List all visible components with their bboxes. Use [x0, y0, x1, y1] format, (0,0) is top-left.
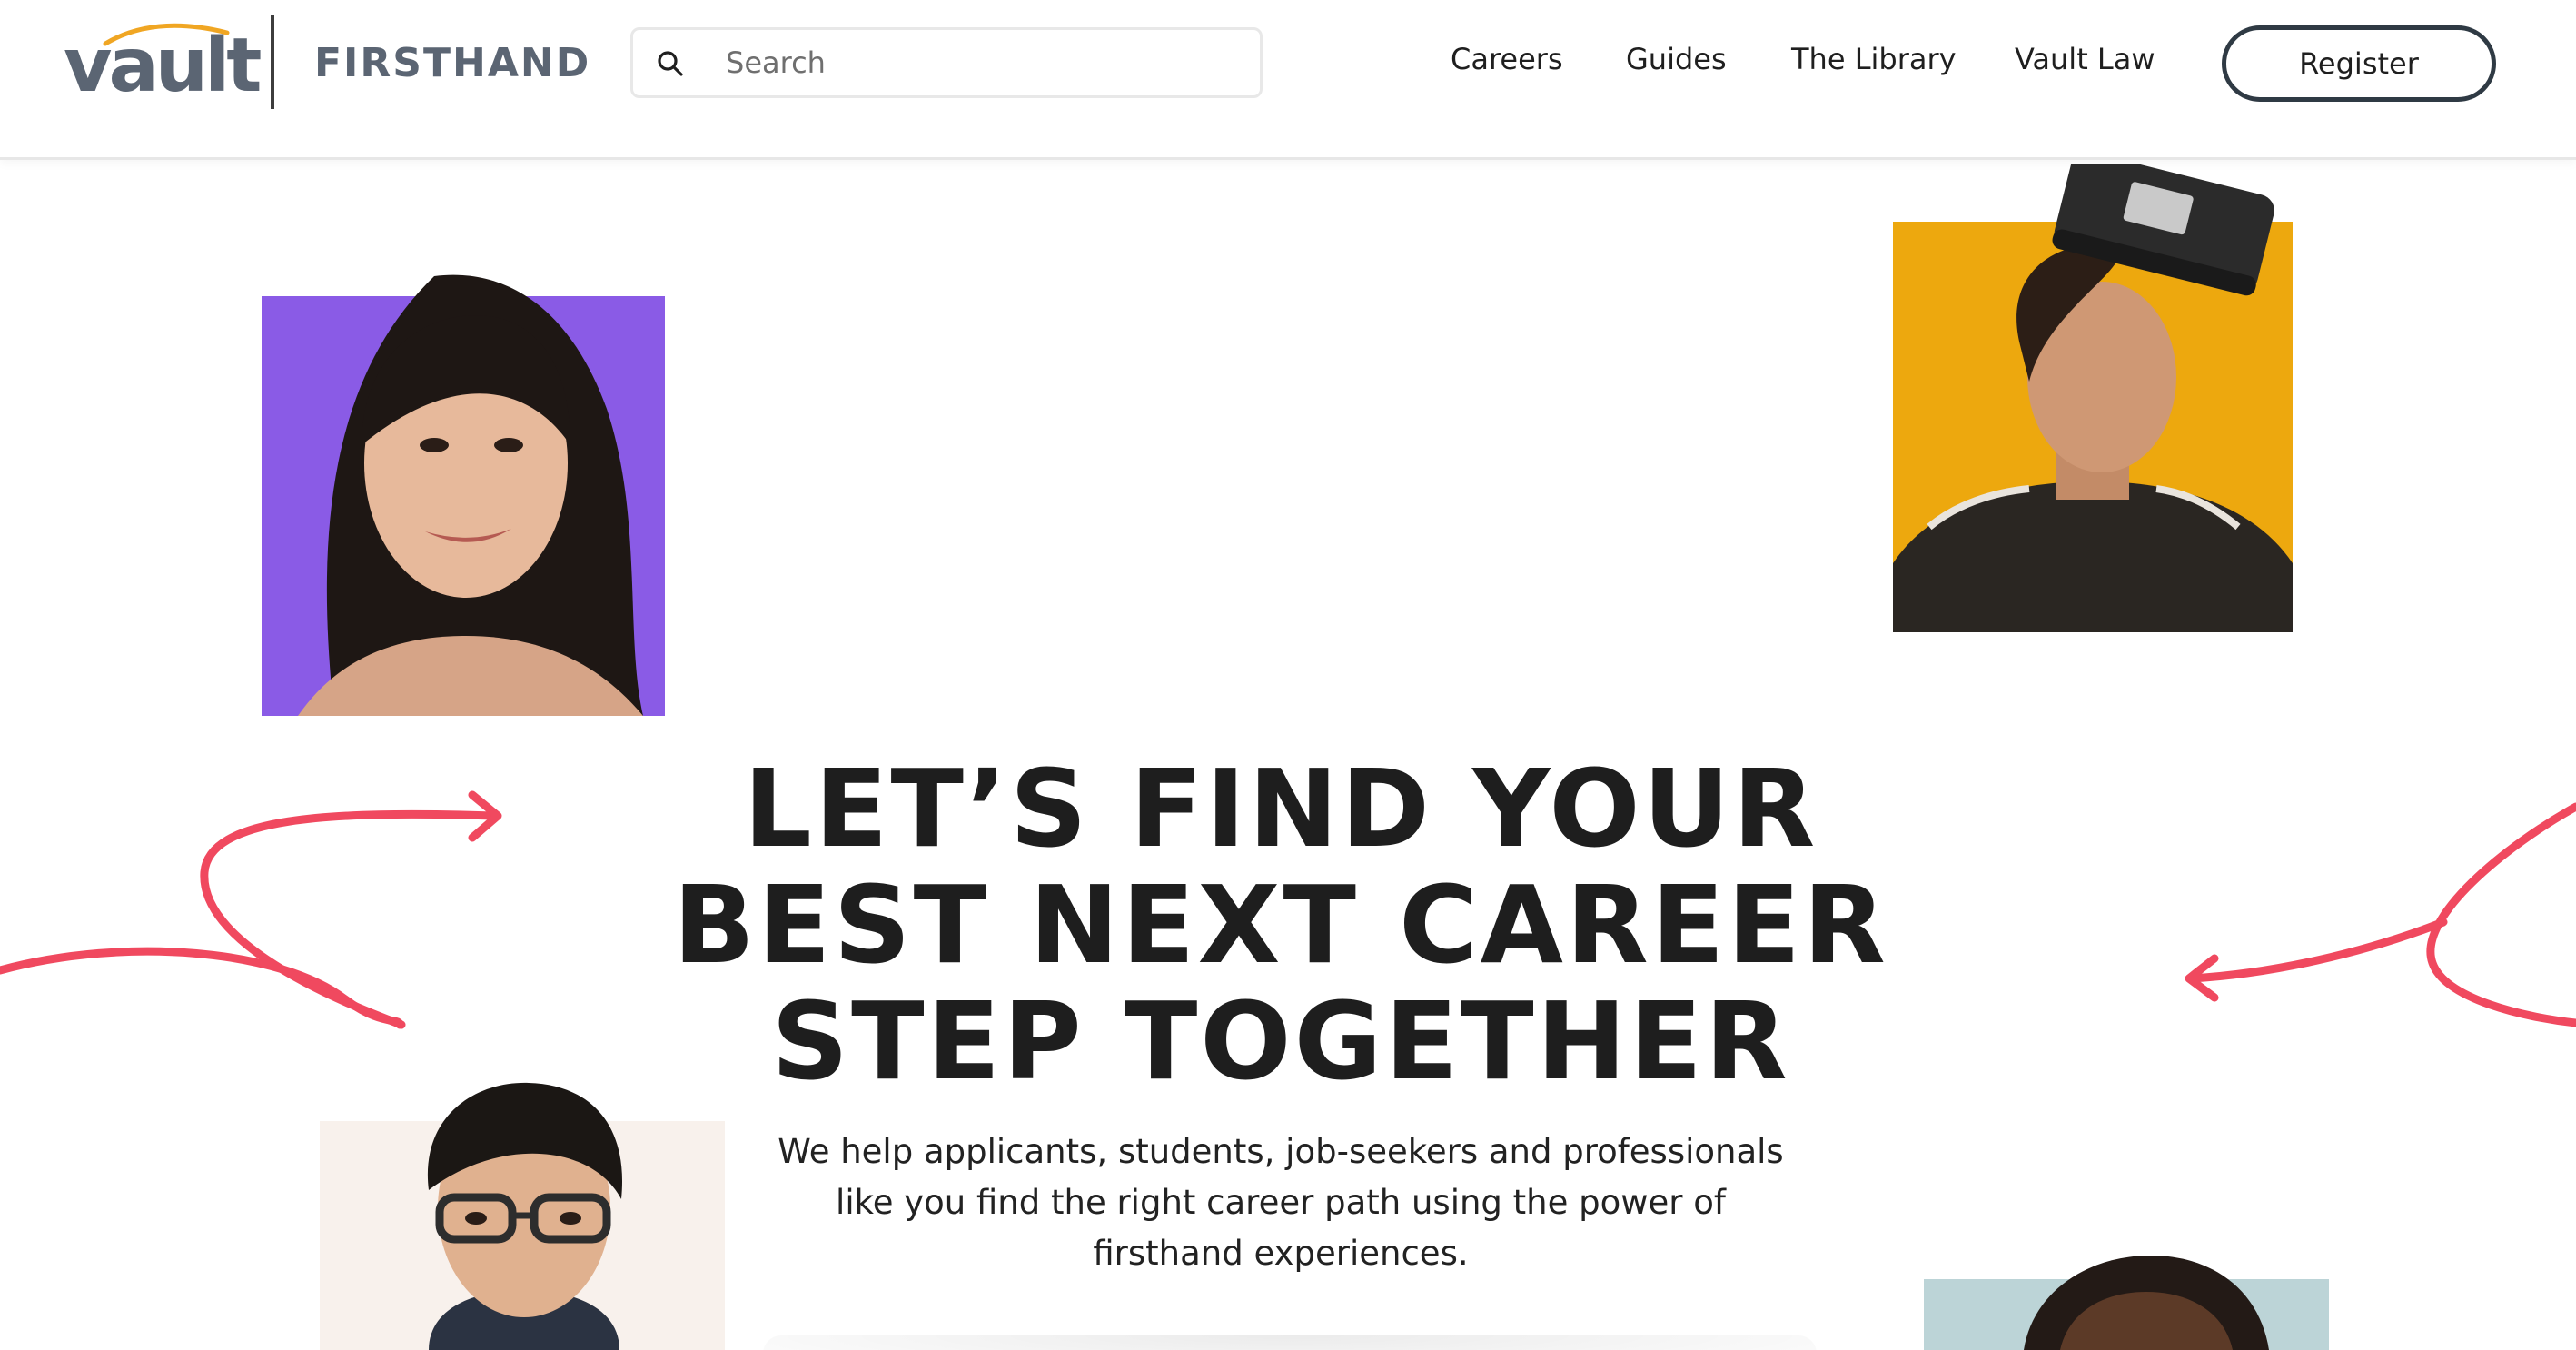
hero-title: LET’S FIND YOUR BEST NEXT CAREER STEP TO…: [545, 750, 2016, 1099]
hero-subtitle-line-3: firsthand experiences.: [1093, 1234, 1469, 1273]
arrow-right-decoration: [2185, 802, 2576, 1027]
hero-subtitle: We help applicants, students, job-seeker…: [736, 1127, 1826, 1279]
hero-title-line-1: LET’S FIND YOUR: [743, 746, 1818, 871]
photo-woman-purple: [262, 273, 665, 716]
photo-woman-braids: [1924, 1256, 2329, 1350]
hero-subtitle-line-2: like you find the right career path usin…: [836, 1183, 1726, 1222]
arrow-left-decoration: [0, 790, 502, 1029]
hero-subtitle-line-1: We help applicants, students, job-seeker…: [778, 1132, 1784, 1171]
cta-card-edge: [763, 1335, 1817, 1350]
photo-man-glasses: [320, 1081, 725, 1350]
hero-title-line-3: STEP TOGETHER: [771, 978, 1790, 1104]
hero-title-line-2: BEST NEXT CAREER: [673, 862, 1888, 988]
photo-man-vr-headset: [1893, 164, 2293, 632]
